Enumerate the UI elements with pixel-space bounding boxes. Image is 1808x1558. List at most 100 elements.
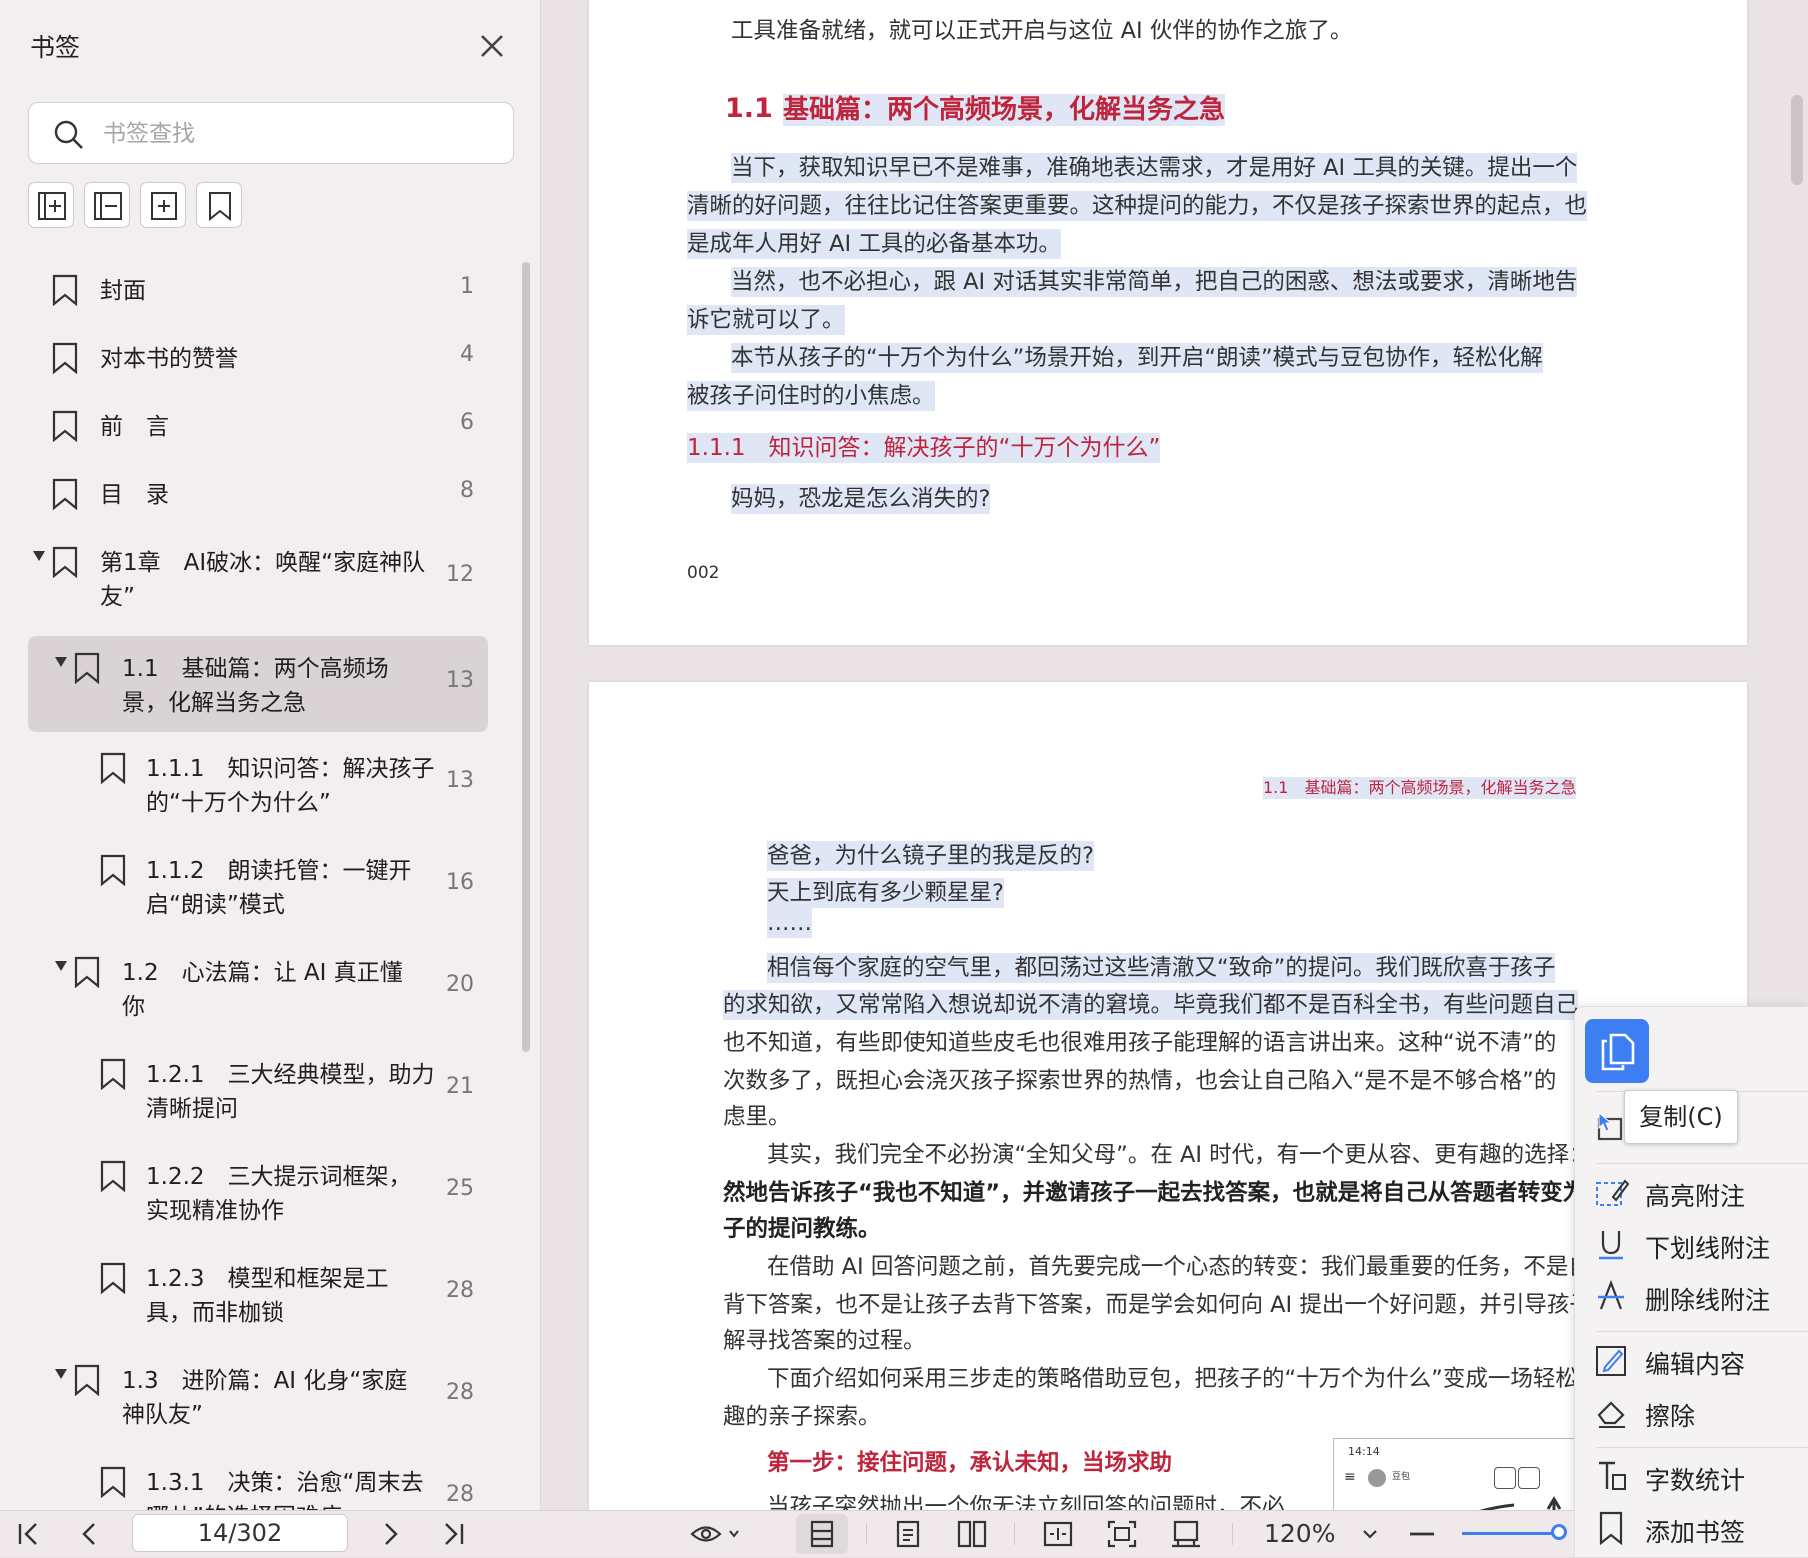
document-scrollbar[interactable] [1791, 95, 1803, 185]
underline-note-icon [1599, 1231, 1623, 1260]
bookmark-label: 1.2.3 模型和框架是工 具，而非枷锁 [146, 1266, 389, 1326]
zoom-out-icon[interactable] [1406, 1519, 1438, 1549]
bookmark-icon [52, 342, 78, 374]
bookmark-tool-button[interactable] [196, 182, 242, 228]
expand-triangle-icon[interactable] [54, 656, 68, 668]
bookmark-label: 对本书的赞誉 [100, 346, 238, 372]
copy-icon [1601, 1033, 1635, 1071]
section-heading: 基础篇：两个高频场景，化解当务之急 [783, 94, 1226, 126]
expand-triangle-icon[interactable] [54, 960, 68, 972]
bookmark-item-1-1-2[interactable]: 1.1.2 朗读托管：一键开 启“朗读”模式 16 [28, 838, 488, 938]
zoom-slider-handle[interactable] [1551, 1524, 1567, 1540]
body-text: 趣的亲子探索。 [723, 1404, 881, 1430]
menu-item-label: 擦除 [1645, 1402, 1696, 1431]
running-header: 1.1 基础篇：两个高频场景，化解当务之急 [1263, 777, 1577, 799]
bookmark-item-1-1[interactable]: 1.1 基础篇：两个高频场 景，化解当务之急 13 [28, 636, 488, 732]
fit-page-icon[interactable] [1106, 1519, 1138, 1549]
add-bookmark-tool-button[interactable] [140, 182, 186, 228]
menu-divider [1597, 1447, 1808, 1448]
bookmark-item-1-2-3[interactable]: 1.2.3 模型和框架是工 具，而非枷锁 28 [28, 1246, 488, 1346]
continuous-view-icon[interactable] [806, 1519, 838, 1549]
zoom-level[interactable]: 120% [1264, 1519, 1335, 1548]
bookmark-icon [100, 1160, 126, 1192]
highlight-note-item[interactable]: 高亮附注 [1595, 1169, 1805, 1217]
body-text: 虑里。 [723, 1104, 791, 1130]
previous-page-icon[interactable] [74, 1519, 106, 1549]
bookmark-icon [100, 1262, 126, 1294]
body-text: 妈妈，恐龙是怎么消失的? [731, 484, 991, 514]
actual-size-icon[interactable] [1170, 1519, 1202, 1549]
underline-note-item[interactable]: 下划线附注 [1595, 1221, 1805, 1269]
eye-mode-icon[interactable] [690, 1519, 742, 1549]
bookmark-list: 封面 1 对本书的赞誉 4 前 言 6 目 录 8 第1章 AI破冰：唤醒“家庭… [0, 258, 520, 1510]
bookmark-search-box[interactable] [28, 102, 514, 164]
bookmark-item[interactable]: 前 言 6 [28, 394, 488, 462]
bookmark-item-chapter-1[interactable]: 第1章 AI破冰：唤醒“家庭神队 友” 12 [28, 530, 488, 630]
bookmark-item-1-3-1[interactable]: 1.3.1 决策：治愈“周末去 哪儿”的选择困难症 28 [28, 1450, 488, 1510]
bookmark-page: 12 [446, 562, 474, 587]
context-menu: 高亮附注 下划线附注 删除线附注 编辑内容 擦除 字数统计 添加书签 [1574, 1006, 1808, 1558]
bookmark-label: 1.1 基础篇：两个高频场 景，化解当务之急 [122, 656, 389, 716]
bookmark-label: 1.1.2 朗读托管：一键开 启“朗读”模式 [146, 858, 412, 918]
bookmark-label: 1.1.1 知识问答：解决孩子 的“十万个为什么” [146, 756, 435, 816]
bookmark-label: 1.3 进阶篇：AI 化身“家庭 神队友” [122, 1368, 408, 1428]
bookmark-item-1-3[interactable]: 1.3 进阶篇：AI 化身“家庭 神队友” 28 [28, 1348, 488, 1448]
first-page-icon[interactable] [12, 1519, 44, 1549]
strikethrough-note-item[interactable]: 删除线附注 [1595, 1273, 1805, 1321]
expand-triangle-icon[interactable] [54, 1368, 68, 1380]
bottom-toolbar: 120% [0, 1510, 1574, 1557]
bookmark-icon [100, 854, 126, 886]
bookmark-page: 20 [446, 972, 474, 997]
body-text-bold: 子的提问教练。 [723, 1216, 881, 1242]
bookmark-item[interactable]: 目 录 8 [28, 462, 488, 530]
page-number-input[interactable] [132, 1514, 348, 1552]
body-text: 背下答案，也不是让孩子去背下答案，而是学会如何向 AI 提出一个好问题，并引导孩… [723, 1292, 1615, 1318]
eraser-item[interactable]: 擦除 [1595, 1389, 1805, 1437]
bookmark-item-1-2[interactable]: 1.2 心法篇：让 AI 真正懂 你 20 [28, 940, 488, 1040]
sidebar-scrollbar[interactable] [522, 262, 530, 1052]
body-text: 也不知道，有些即使知道些皮毛也很难用孩子能理解的语言讲出来。这种“说不清”的 [723, 1030, 1557, 1056]
expand-triangle-icon[interactable] [32, 550, 46, 562]
bookmark-label: 第1章 AI破冰：唤醒“家庭神队 友” [100, 550, 426, 610]
chat-name: 豆包 [1392, 1472, 1411, 1482]
bookmark-item-1-2-1[interactable]: 1.2.1 三大经典模型，助力 清晰提问 21 [28, 1042, 488, 1142]
chevron-down-icon[interactable] [1354, 1519, 1386, 1549]
bookmark-item[interactable]: 对本书的赞誉 4 [28, 326, 488, 394]
copy-button[interactable] [1585, 1019, 1649, 1083]
word-count-item[interactable]: 字数统计 [1595, 1453, 1805, 1501]
next-page-icon[interactable] [374, 1519, 406, 1549]
bookmark-icon [52, 274, 78, 306]
last-page-icon[interactable] [438, 1519, 470, 1549]
expand-all-icon [38, 192, 66, 220]
bookmark-label: 1.2.1 三大经典模型，助力 清晰提问 [146, 1062, 435, 1122]
body-text: 当然，也不必担心，跟 AI 对话其实非常简单，把自己的困惑、想法或要求，清晰地告 [731, 267, 1578, 297]
collapse-all-button[interactable] [84, 182, 130, 228]
document-page: 工具准备就绪，就可以正式开启与这位 AI 伙伴的协作之旅了。 1.1 基础篇：两… [589, 0, 1747, 645]
search-icon [54, 120, 83, 149]
expand-all-button[interactable] [28, 182, 74, 228]
bookmark-sidebar: 书签 封面 1 对本书的赞誉 4 前 言 6 [0, 0, 541, 1510]
edit-content-item[interactable]: 编辑内容 [1595, 1337, 1805, 1385]
cursor-icon [1598, 1112, 1612, 1132]
fit-width-icon[interactable] [1042, 1519, 1074, 1549]
bookmark-item-1-2-2[interactable]: 1.2.2 三大提示词框架， 实现精准协作 25 [28, 1144, 488, 1244]
close-sidebar-button[interactable] [476, 30, 508, 62]
two-page-icon[interactable] [956, 1519, 988, 1549]
add-bookmark-item[interactable]: 添加书签 [1595, 1505, 1805, 1553]
bookmark-page: 13 [446, 668, 474, 693]
subsection-heading: 1.1.1 知识问答：解决孩子的“十万个为什么” [687, 433, 1161, 463]
bookmark-item[interactable]: 封面 1 [28, 258, 488, 326]
bookmark-search-input[interactable] [101, 113, 495, 155]
toolbar-divider [1014, 1523, 1015, 1545]
bookmark-icon [74, 652, 100, 684]
zoom-slider-track[interactable] [1462, 1532, 1558, 1535]
single-page-icon[interactable] [892, 1519, 924, 1549]
strikethrough-note-icon [1598, 1279, 1624, 1310]
highlight-note-icon [1596, 1179, 1629, 1206]
arrow-annotation-icon [1479, 1496, 1562, 1510]
menu-divider [1597, 1331, 1808, 1332]
body-text: 的求知欲，又常常陷入想说却说不清的窘境。毕竟我们都不是百科全书，有些问题自己 [723, 990, 1579, 1020]
bookmark-icon [100, 752, 126, 784]
bookmark-item-1-1-1[interactable]: 1.1.1 知识问答：解决孩子 的“十万个为什么” 13 [28, 736, 488, 836]
body-text: 当下，获取知识早已不是难事，准确地表达需求，才是用好 AI 工具的关键。提出一个 [731, 153, 1578, 183]
